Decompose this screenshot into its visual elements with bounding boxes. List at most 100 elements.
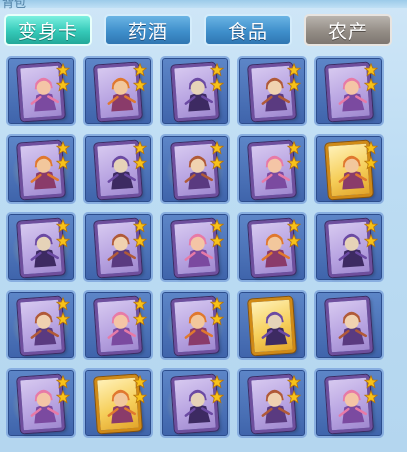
inventory-slot[interactable] [314, 212, 384, 282]
star-icon [210, 390, 224, 404]
star-icon [56, 234, 70, 248]
transform-card [248, 296, 296, 356]
star-icon [364, 141, 378, 155]
star-icon [287, 78, 301, 92]
star-rating [364, 63, 378, 93]
star-icon [210, 297, 224, 311]
inventory-slot[interactable] [160, 56, 230, 126]
inventory-slot[interactable] [83, 212, 153, 282]
star-rating [210, 63, 224, 93]
star-rating [56, 63, 70, 93]
star-rating [56, 219, 70, 249]
inventory-slot[interactable] [237, 134, 307, 204]
star-icon [56, 390, 70, 404]
star-rating [287, 375, 301, 405]
star-icon [210, 141, 224, 155]
inventory-slot[interactable] [83, 290, 153, 360]
inventory-slot[interactable] [314, 134, 384, 204]
star-rating [56, 141, 70, 171]
inventory-slot[interactable] [314, 56, 384, 126]
star-icon [56, 141, 70, 155]
star-rating [56, 375, 70, 405]
star-rating [210, 141, 224, 171]
star-icon [210, 78, 224, 92]
star-icon [56, 375, 70, 389]
star-icon [364, 63, 378, 77]
inventory-slot[interactable] [237, 56, 307, 126]
star-icon [210, 156, 224, 170]
star-icon [56, 219, 70, 233]
star-icon [210, 63, 224, 77]
star-icon [364, 219, 378, 233]
star-rating [133, 219, 147, 249]
star-rating [210, 297, 224, 327]
fire-beast-character-icon [261, 311, 290, 346]
tab-medicine-wine[interactable]: 药酒 [104, 14, 192, 46]
star-icon [133, 78, 147, 92]
star-icon [210, 375, 224, 389]
star-icon [133, 156, 147, 170]
star-rating [364, 219, 378, 249]
star-rating [210, 219, 224, 249]
star-rating [287, 63, 301, 93]
tab-farm-produce[interactable]: 农产 [304, 14, 392, 46]
star-rating [133, 141, 147, 171]
star-icon [364, 156, 378, 170]
star-icon [133, 312, 147, 326]
star-icon [210, 312, 224, 326]
star-icon [133, 375, 147, 389]
star-rating [133, 375, 147, 405]
star-icon [287, 219, 301, 233]
inventory-slot[interactable] [83, 56, 153, 126]
inventory-slot[interactable] [6, 368, 76, 438]
inventory-slot[interactable] [160, 290, 230, 360]
inventory-slot[interactable] [160, 368, 230, 438]
star-icon [56, 78, 70, 92]
star-rating [210, 375, 224, 405]
star-icon [287, 375, 301, 389]
tab-food[interactable]: 食品 [204, 14, 292, 46]
star-rating [364, 375, 378, 405]
star-icon [364, 234, 378, 248]
star-icon [364, 375, 378, 389]
star-icon [133, 297, 147, 311]
star-icon [287, 63, 301, 77]
star-rating [364, 141, 378, 171]
inventory-slot[interactable] [6, 212, 76, 282]
inventory-slot[interactable] [83, 368, 153, 438]
inventory-slot[interactable] [314, 290, 384, 360]
inventory-slot[interactable] [6, 134, 76, 204]
star-rating [287, 141, 301, 171]
star-icon [133, 390, 147, 404]
inventory-slot[interactable] [237, 368, 307, 438]
star-icon [364, 78, 378, 92]
star-icon [133, 63, 147, 77]
transform-card [325, 296, 373, 356]
inventory-slot[interactable] [237, 290, 307, 360]
star-rating [56, 297, 70, 327]
star-rating [287, 219, 301, 249]
star-icon [210, 234, 224, 248]
inventory-slot[interactable] [83, 134, 153, 204]
star-icon [56, 156, 70, 170]
star-icon [287, 156, 301, 170]
star-icon [287, 390, 301, 404]
star-icon [287, 234, 301, 248]
inventory-slot[interactable] [314, 368, 384, 438]
star-rating [133, 63, 147, 93]
tab-transform-cards[interactable]: 变身卡 [4, 14, 92, 46]
inventory-slot[interactable] [160, 134, 230, 204]
inventory-slot[interactable] [237, 212, 307, 282]
inventory-grid [6, 56, 384, 446]
inventory-slot[interactable] [6, 56, 76, 126]
star-icon [133, 141, 147, 155]
star-icon [56, 312, 70, 326]
inventory-slot[interactable] [6, 290, 76, 360]
star-icon [56, 63, 70, 77]
star-rating [133, 297, 147, 327]
star-icon [287, 141, 301, 155]
star-icon [133, 234, 147, 248]
star-icon [364, 390, 378, 404]
category-tab-bar: 变身卡 药酒 食品 农产 [0, 0, 407, 50]
inventory-slot[interactable] [160, 212, 230, 282]
